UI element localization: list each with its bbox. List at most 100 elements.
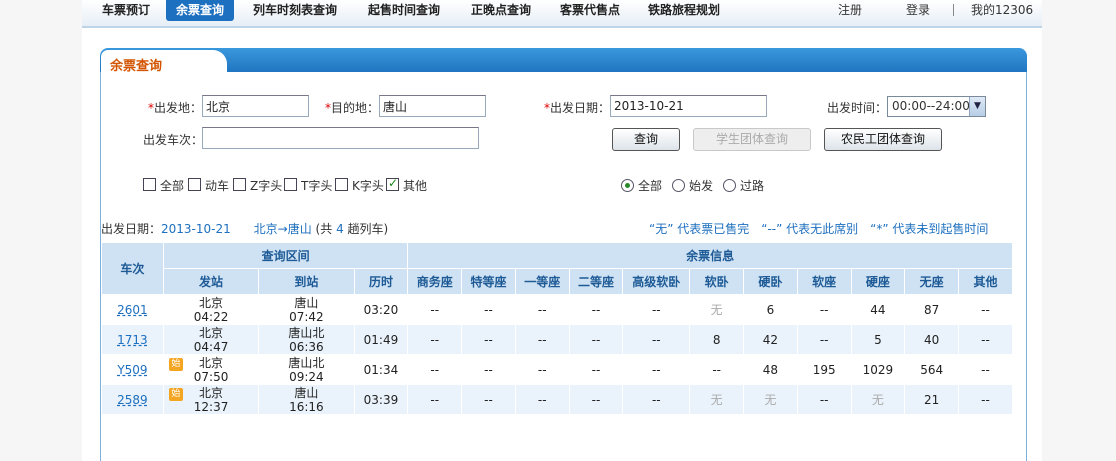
seat-availability-cell: 195 <box>796 354 852 385</box>
station-all-radio[interactable] <box>621 179 634 192</box>
duration-cell: 01:49 <box>353 324 409 355</box>
right-gutter <box>1042 0 1116 461</box>
header-seat-col: 硬卧 <box>743 268 798 295</box>
seat-availability-cell: -- <box>622 354 691 385</box>
train-number-link[interactable]: 2589 <box>117 393 148 407</box>
arrival-time: 09:24 <box>289 369 324 384</box>
seat-availability-cell: -- <box>461 324 516 355</box>
time-select[interactable]: 00:00--24:00 ▼ <box>887 96 986 117</box>
seat-availability-cell: -- <box>514 324 570 355</box>
type-k-checkbox[interactable] <box>335 178 348 191</box>
arrival-station: 唐山北 <box>288 355 325 370</box>
train-number-link[interactable]: Y509 <box>117 363 147 377</box>
register-link[interactable]: 注册 <box>838 0 862 21</box>
nav-remaining-tickets[interactable]: 余票查询 <box>166 0 235 21</box>
seat-availability-cell: 21 <box>904 384 960 415</box>
seat-availability-cell: -- <box>407 294 463 325</box>
type-t-label: T字头 <box>301 179 333 193</box>
seat-availability-cell: 48 <box>743 354 798 385</box>
seat-availability-cell: -- <box>461 354 516 385</box>
train-no-input[interactable] <box>202 127 479 149</box>
header-seat-col: 特等座 <box>461 268 516 295</box>
header-seat-col: 二等座 <box>568 268 624 295</box>
header-train: 车次 <box>101 242 164 295</box>
login-link[interactable]: 登录 <box>906 0 930 21</box>
station-origin-radio[interactable] <box>672 179 685 192</box>
seat-availability-cell: -- <box>689 354 745 385</box>
seat-availability-cell: -- <box>622 294 691 325</box>
departure-time: 04:47 <box>193 339 229 354</box>
seat-availability-cell: -- <box>407 384 463 415</box>
train-number-link[interactable]: 2601 <box>117 303 148 317</box>
results-table: 车次 查询区间 余票信息 发站 到站 历时 商务座 特等座 一等座 二等座 高级软卧 软卧 硬卧软… <box>101 242 1013 415</box>
origin-badge-icon: 始 <box>168 388 183 401</box>
seat-availability-cell: 无 <box>743 384 798 415</box>
seat-availability-cell: -- <box>958 354 1013 385</box>
origin-badge-icon: 始 <box>168 358 183 371</box>
table-row: 1713 北京 04:47 唐山北 06:36 01:49 -- -- -- -- -- 8 42 -- 5… <box>101 324 1013 355</box>
header-seat-col: 商务座 <box>407 268 463 295</box>
nav-agency[interactable]: 客票代售点 <box>550 0 630 21</box>
arrival-station-cell: 唐山北 06:36 <box>258 324 355 355</box>
worker-group-button[interactable]: 农民工团体查询 <box>824 128 942 151</box>
nav-punctuality[interactable]: 正晚点查询 <box>461 0 541 21</box>
type-other-checkbox[interactable] <box>386 176 399 191</box>
student-group-button[interactable]: 学生团体查询 <box>693 128 811 151</box>
header-seat-col: 硬座 <box>850 268 906 295</box>
duration-cell: 03:39 <box>353 384 409 415</box>
arrival-time: 16:16 <box>289 399 324 414</box>
seat-availability-cell: -- <box>796 294 852 325</box>
header-seat-col: 软座 <box>796 268 852 295</box>
train-number-link[interactable]: 1713 <box>117 333 148 347</box>
seat-availability-cell: 87 <box>904 294 960 325</box>
departure-station-cell: 始北京 07:50 <box>162 354 260 385</box>
seat-availability-cell: 42 <box>743 324 798 355</box>
from-station-input[interactable] <box>202 95 309 117</box>
seat-availability-cell: -- <box>514 294 570 325</box>
my12306-link[interactable]: 我的12306 <box>971 0 1033 21</box>
type-t-checkbox[interactable] <box>284 178 297 191</box>
station-origin-label: 始发 <box>689 179 714 193</box>
type-z-label: Z字头 <box>250 179 283 193</box>
train-cell: 1713 <box>101 324 164 355</box>
seat-availability-cell: -- <box>407 324 463 355</box>
type-emu-checkbox[interactable] <box>188 178 201 191</box>
to-station-input[interactable] <box>379 95 486 117</box>
table-row: 2589 始北京 12:37 唐山 16:16 03:39 -- -- -- -- -- 无无 -- 无 2… <box>101 384 1013 415</box>
seat-availability-cell: -- <box>796 384 852 415</box>
type-k-label: K字头 <box>352 179 384 193</box>
date-input[interactable] <box>610 95 767 117</box>
departure-station-cell: 北京 04:47 <box>162 324 260 355</box>
header-interval-col: 发站 <box>162 268 260 295</box>
departure-time: 04:22 <box>193 309 229 324</box>
nav-ticket-booking[interactable]: 车票预订 <box>92 0 160 21</box>
duration-cell: 01:34 <box>353 354 409 385</box>
header-interval: 查询区间 <box>162 242 409 269</box>
header-seat-col: 其他 <box>958 268 1013 295</box>
nav-timetable[interactable]: 列车时刻表查询 <box>243 0 347 21</box>
left-gutter <box>0 0 82 461</box>
train-cell: Y509 <box>101 354 164 385</box>
nav-trip-planner[interactable]: 铁路旅程规划 <box>638 0 730 21</box>
station-passing-radio[interactable] <box>723 179 736 192</box>
seat-availability-cell: 6 <box>743 294 798 325</box>
arrival-station-cell: 唐山北 09:24 <box>258 354 355 385</box>
type-z-checkbox[interactable] <box>233 178 246 191</box>
panel-header-bar <box>100 48 1027 74</box>
train-cell: 2589 <box>101 384 164 415</box>
query-button[interactable]: 查询 <box>612 128 680 151</box>
nav-sale-time[interactable]: 起售时间查询 <box>358 0 450 21</box>
station-all-label: 全部 <box>638 179 663 193</box>
arrival-station: 唐山北 <box>288 325 325 340</box>
table-row: Y509 始北京 07:50 唐山北 09:24 01:34 -- -- -- -- -- -- 48 1… <box>101 354 1013 385</box>
legend-text: “无” 代表票已售完 “--” 代表无此席别 “*” 代表未到起售时间 <box>649 222 989 236</box>
type-other-label: 其他 <box>403 179 428 193</box>
seat-availability-cell: -- <box>568 324 624 355</box>
arrival-time: 07:42 <box>289 309 324 324</box>
type-all-label: 全部 <box>160 179 185 193</box>
type-all-checkbox[interactable] <box>143 178 156 191</box>
table-row: 2601 北京 04:22 唐山 07:42 03:20 -- -- -- -- -- 无 6 -- 44 8… <box>101 294 1013 325</box>
chevron-down-icon[interactable]: ▼ <box>969 97 985 116</box>
result-summary: 出发日期：2013-10-21 北京→唐山 (共 4 趟列车) <box>101 222 389 236</box>
seat-availability-cell: -- <box>568 294 624 325</box>
